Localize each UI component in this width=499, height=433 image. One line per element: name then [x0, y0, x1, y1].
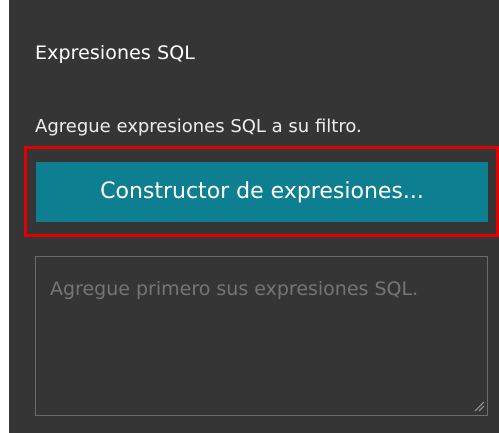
sql-expressions-textarea[interactable]	[35, 256, 488, 416]
expression-builder-button[interactable]: Constructor de expresiones...	[36, 162, 488, 222]
sql-expressions-panel: Expresiones SQL Agregue expresiones SQL …	[9, 0, 499, 433]
section-description: Agregue expresiones SQL a su filtro.	[35, 116, 362, 137]
resize-grip-icon[interactable]	[473, 400, 485, 412]
section-title: Expresiones SQL	[35, 42, 195, 64]
